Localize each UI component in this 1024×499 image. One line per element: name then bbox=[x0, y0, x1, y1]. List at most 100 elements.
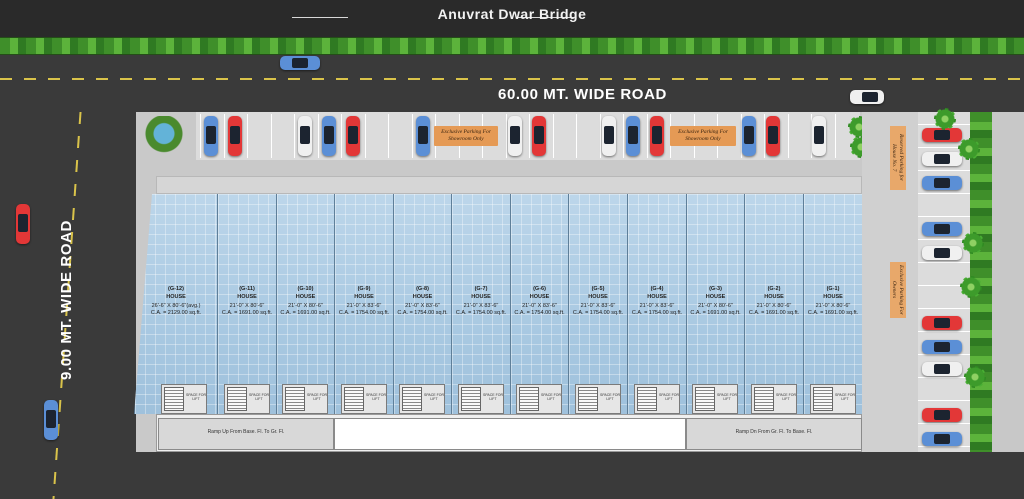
unit-dimension: 21'-0" X 83'-6" bbox=[405, 303, 440, 309]
lift-stair-core: SPACE FOR LIFT bbox=[692, 384, 738, 414]
unit-type: HOUSE bbox=[166, 294, 186, 300]
stall-divider bbox=[918, 354, 970, 355]
unit-dimension: 21'-0" X 83'-6" bbox=[580, 303, 616, 309]
lift-space-label: SPACE FOR LIFT bbox=[717, 393, 737, 401]
stall-divider bbox=[271, 114, 272, 158]
unit-dimension: 21'-0" X 80'-6" bbox=[815, 303, 851, 309]
parked-car bbox=[346, 116, 360, 156]
parked-car bbox=[626, 116, 640, 156]
stall-divider bbox=[918, 170, 970, 171]
lift-space-label: SPACE FOR LIFT bbox=[424, 393, 444, 401]
parked-car bbox=[602, 116, 616, 156]
house-unit: (G-5) HOUSE 21'-0" X 83'-6" C.A. = 1754.00 … bbox=[568, 194, 627, 414]
stall-divider bbox=[318, 114, 319, 158]
staircase bbox=[344, 387, 364, 411]
house-unit: (G-11) HOUSE 21'-0" X 80'-6" C.A. = 1691.00… bbox=[217, 194, 276, 414]
parked-car bbox=[742, 116, 756, 156]
stall-divider bbox=[576, 114, 577, 158]
unit-type: HOUSE bbox=[764, 294, 784, 300]
lift-space-label: SPACE FOR LIFT bbox=[776, 393, 796, 401]
staircase bbox=[461, 387, 481, 411]
car-road-red bbox=[16, 204, 30, 244]
stall-divider bbox=[294, 114, 295, 158]
unit-id: (G-8) bbox=[416, 286, 429, 292]
unit-dimension: 21'-0" X 83'-6" bbox=[463, 303, 499, 309]
unit-type: HOUSE bbox=[237, 294, 257, 300]
unit-id: (G-1) bbox=[826, 286, 840, 292]
stall-divider bbox=[788, 114, 789, 158]
unit-dimension: 21'-0" X 83'-6" bbox=[346, 303, 382, 309]
stall-divider bbox=[918, 400, 970, 401]
parked-car bbox=[922, 246, 962, 260]
stall-divider bbox=[918, 446, 970, 447]
unit-dimension: 21'-0" X 80'-6" bbox=[288, 303, 323, 309]
lift-space-label: SPACE FOR LIFT bbox=[659, 393, 679, 401]
staircase bbox=[227, 387, 247, 411]
unit-id: (G-9) bbox=[357, 286, 371, 292]
side-road-label: 9.00 MT. WIDE ROAD bbox=[58, 220, 75, 380]
unit-dimension: 26'-6" X 80'-6"(avg.) bbox=[151, 303, 201, 309]
house-unit: (G-7) HOUSE 21'-0" X 83'-6" C.A. = 1754.00 … bbox=[451, 194, 510, 414]
parked-car bbox=[298, 116, 312, 156]
stall-divider bbox=[918, 377, 970, 378]
palm-tree bbox=[958, 138, 980, 160]
house-unit: (G-4) HOUSE 21'-0" X 83'-6" C.A. = 1754.00 … bbox=[627, 194, 686, 414]
unit-dimension: 21'-0" X 83'-6" bbox=[639, 303, 675, 309]
stall-divider bbox=[600, 114, 601, 158]
parked-car bbox=[650, 116, 664, 156]
parked-car bbox=[204, 116, 218, 156]
entrance-plaza bbox=[334, 418, 686, 450]
staircase bbox=[695, 387, 715, 411]
stall-divider bbox=[365, 114, 366, 158]
parked-car bbox=[922, 128, 962, 142]
lift-stair-core: SPACE FOR LIFT bbox=[751, 384, 797, 414]
stall-divider bbox=[247, 114, 248, 158]
stall-divider bbox=[918, 262, 970, 263]
parked-car bbox=[922, 316, 962, 330]
staircase bbox=[164, 387, 184, 411]
lift-stair-core: SPACE FOR LIFT bbox=[575, 384, 621, 414]
staircase bbox=[754, 387, 774, 411]
house-unit: (G-6) HOUSE 21'-0" X 83'-6" C.A. = 1754.00 … bbox=[510, 194, 568, 414]
stall-divider bbox=[918, 216, 970, 217]
unit-id: (G-7) bbox=[474, 286, 488, 292]
internal-driveway bbox=[156, 176, 862, 194]
stall-divider bbox=[341, 114, 342, 158]
lift-space-label: SPACE FOR LIFT bbox=[186, 393, 206, 401]
unit-dimension: 21'-0" X 80'-6" bbox=[229, 303, 265, 309]
car-road-blue bbox=[280, 56, 320, 70]
showroom-parking-tag: Exclusive Parking For Showroom Only bbox=[434, 126, 498, 146]
lane-marking-top bbox=[0, 78, 1024, 80]
lift-stair-core: SPACE FOR LIFT bbox=[458, 384, 504, 414]
house-unit: (G-8) HOUSE 21'-0" X 83'-6" C.A. = 1754.00 … bbox=[393, 194, 451, 414]
unit-dimension: 21'-0" X 83'-6" bbox=[522, 303, 557, 309]
lift-space-label: SPACE FOR LIFT bbox=[483, 393, 503, 401]
ramp-down-label: Ramp Dn From Gr. Fl. To Base. Fl. bbox=[735, 429, 813, 435]
unit-type: HOUSE bbox=[588, 294, 608, 300]
unit-type: HOUSE bbox=[705, 294, 726, 300]
unit-dimension: 21'-0" X 80'-6" bbox=[698, 303, 733, 309]
unit-id: (G-6) bbox=[533, 286, 546, 292]
parked-car bbox=[532, 116, 546, 156]
lift-stair-core: SPACE FOR LIFT bbox=[634, 384, 680, 414]
unit-id: (G-2) bbox=[767, 286, 781, 292]
owners-parking-tag: Exclusive Parking For Owners bbox=[890, 262, 906, 318]
unit-dimension: 21'-0" X 80'-6" bbox=[756, 303, 792, 309]
unit-carpet-area: C.A. = 1691.00 sq.ft. bbox=[690, 310, 741, 316]
parked-car bbox=[922, 340, 962, 354]
parked-car bbox=[922, 222, 962, 236]
parked-car bbox=[228, 116, 242, 156]
staircase bbox=[578, 387, 598, 411]
lift-space-label: SPACE FOR LIFT bbox=[307, 393, 327, 401]
palm-tree bbox=[964, 366, 986, 388]
ramp-down: Ramp Dn From Gr. Fl. To Base. Fl. bbox=[686, 418, 862, 450]
stall-divider bbox=[224, 114, 225, 158]
ramp-up: Ramp Up From Base. Fl. To Gr. Fl. bbox=[158, 418, 334, 450]
unit-type: HOUSE bbox=[647, 294, 667, 300]
hedge-top bbox=[0, 37, 1024, 55]
unit-type: HOUSE bbox=[412, 294, 433, 300]
stall-divider bbox=[918, 423, 970, 424]
lift-stair-core: SPACE FOR LIFT bbox=[224, 384, 270, 414]
house-unit: (G-1) HOUSE 21'-0" X 80'-6" C.A. = 1691.00 … bbox=[803, 194, 862, 414]
house-unit: (G-3) HOUSE 21'-0" X 80'-6" C.A. = 1691.00 … bbox=[686, 194, 744, 414]
